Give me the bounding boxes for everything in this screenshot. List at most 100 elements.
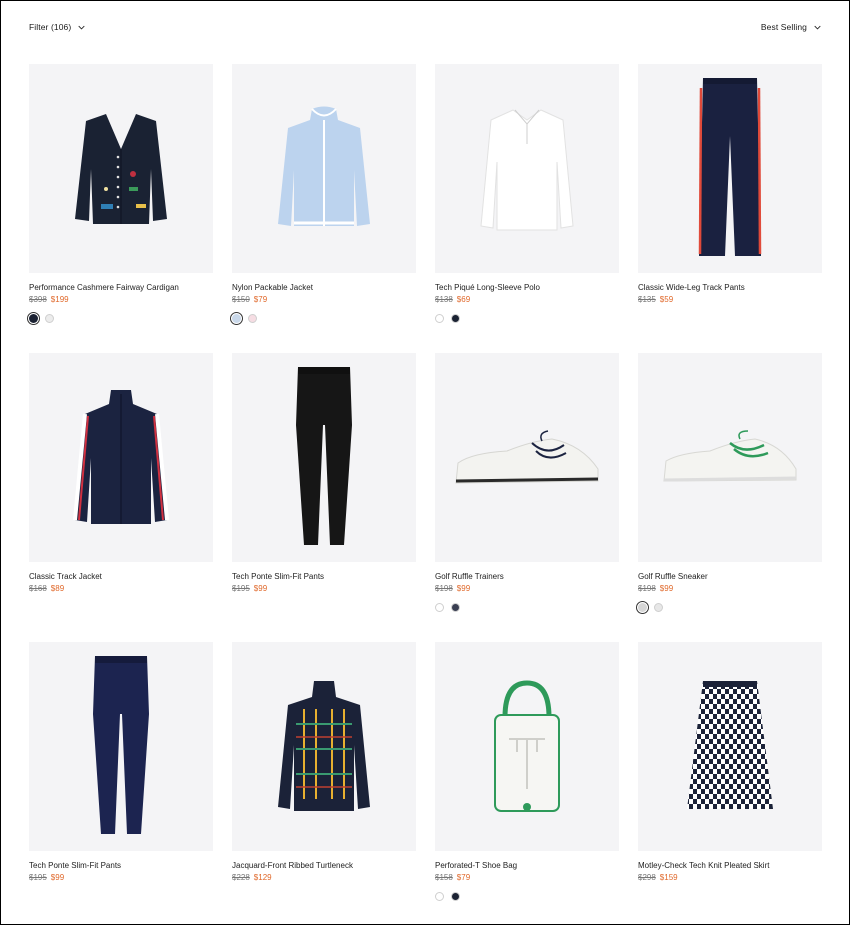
color-swatch[interactable] — [435, 892, 444, 901]
leggings-icon — [93, 656, 149, 834]
sneaker-icon — [663, 430, 797, 482]
product-name[interactable]: Golf Ruffle Sneaker — [638, 572, 822, 582]
product-image[interactable] — [435, 353, 619, 562]
sale-price: $99 — [253, 584, 268, 593]
sale-price: $79 — [253, 295, 268, 304]
sort-button[interactable]: Best Selling — [761, 22, 821, 32]
product-name[interactable]: Golf Ruffle Trainers — [435, 572, 619, 582]
product-prices: $195 $99 — [232, 584, 416, 594]
sort-label: Best Selling — [760, 22, 807, 32]
trainer-icon — [455, 429, 599, 484]
original-price: $298 — [638, 873, 656, 882]
sale-price: $129 — [253, 873, 272, 882]
product-prices: $168 $89 — [29, 584, 213, 594]
product-image[interactable] — [638, 64, 822, 273]
product-card[interactable]: Tech Ponte Slim-Fit Pants $195 $99 — [29, 642, 213, 913]
original-price: $198 — [638, 584, 656, 593]
product-card[interactable]: Nylon Packable Jacket $150 $79 — [230, 64, 416, 335]
product-image[interactable] — [232, 642, 416, 851]
product-prices: $158 $79 — [435, 873, 619, 883]
product-grid: Performance Cashmere Fairway Cardigan $39… — [27, 64, 822, 913]
product-image[interactable] — [29, 64, 213, 273]
color-swatches — [435, 603, 619, 612]
original-price: $138 — [435, 295, 453, 304]
sale-price: $159 — [659, 873, 678, 882]
original-price: $398 — [29, 295, 47, 304]
product-card[interactable]: Classic Track Jacket $168 $89 — [29, 353, 213, 624]
original-price: $195 — [29, 873, 47, 882]
product-prices: $228 $129 — [232, 873, 416, 883]
product-image[interactable] — [232, 64, 416, 273]
product-card[interactable]: Classic Wide-Leg Track Pants $135 $59 — [638, 64, 822, 335]
product-prices: $195 $99 — [29, 873, 213, 883]
sale-price: $99 — [659, 584, 674, 593]
product-prices: $398 $199 — [29, 295, 213, 305]
track-pants-icon — [698, 78, 762, 256]
product-image[interactable] — [638, 353, 822, 562]
product-prices: $138 $69 — [435, 295, 619, 305]
product-card[interactable]: Tech Piqué Long-Sleeve Polo $138 $69 — [435, 64, 619, 335]
chevron-down-icon — [78, 25, 85, 30]
color-swatch[interactable] — [451, 892, 460, 901]
polo-icon — [480, 108, 574, 230]
skirt-icon — [687, 681, 773, 809]
original-price: $195 — [232, 584, 250, 593]
color-swatch[interactable] — [636, 601, 649, 614]
track-jacket-icon — [73, 389, 169, 524]
color-swatches — [435, 892, 619, 901]
product-image[interactable] — [29, 353, 213, 562]
product-name[interactable]: Classic Wide-Leg Track Pants — [638, 283, 822, 293]
color-swatch[interactable] — [248, 314, 257, 323]
original-price: $168 — [29, 584, 47, 593]
product-image[interactable] — [232, 353, 416, 562]
product-image[interactable] — [638, 642, 822, 851]
color-swatch[interactable] — [27, 312, 40, 325]
product-prices: $150 $79 — [232, 295, 416, 305]
sale-price: $99 — [456, 584, 471, 593]
product-name[interactable]: Jacquard-Front Ribbed Turtleneck — [232, 861, 416, 871]
original-price: $228 — [232, 873, 250, 882]
product-image[interactable] — [29, 642, 213, 851]
color-swatch[interactable] — [451, 314, 460, 323]
product-card[interactable]: Performance Cashmere Fairway Cardigan $39… — [27, 64, 213, 335]
color-swatch[interactable] — [230, 312, 243, 325]
color-swatch[interactable] — [654, 603, 663, 612]
original-price: $135 — [638, 295, 656, 304]
product-name[interactable]: Perforated-T Shoe Bag — [435, 861, 619, 871]
filter-button[interactable]: Filter (106) — [29, 22, 85, 32]
sale-price: $199 — [50, 295, 69, 304]
toolbar: Filter (106) Best Selling — [29, 22, 821, 36]
product-card[interactable]: Golf Ruffle Trainers $198 $99 — [435, 353, 619, 624]
sale-price: $79 — [456, 873, 471, 882]
product-card[interactable]: Jacquard-Front Ribbed Turtleneck $228 $129 — [232, 642, 416, 913]
color-swatch[interactable] — [451, 603, 460, 612]
product-name[interactable]: Nylon Packable Jacket — [232, 283, 416, 293]
product-name[interactable]: Performance Cashmere Fairway Cardigan — [29, 283, 213, 293]
color-swatches — [27, 312, 213, 325]
product-name[interactable]: Motley-Check Tech Knit Pleated Skirt — [638, 861, 822, 871]
sale-price: $89 — [50, 584, 65, 593]
color-swatch[interactable] — [45, 314, 54, 323]
product-prices: $135 $59 — [638, 295, 822, 305]
sale-price: $59 — [659, 295, 674, 304]
product-card[interactable]: Perforated-T Shoe Bag $158 $79 — [435, 642, 619, 913]
product-card[interactable]: Golf Ruffle Sneaker $198 $99 — [636, 353, 822, 624]
color-swatches — [636, 601, 822, 614]
product-prices: $198 $99 — [638, 584, 822, 594]
product-name[interactable]: Tech Ponte Slim-Fit Pants — [29, 861, 213, 871]
sale-price: $69 — [456, 295, 471, 304]
color-swatch[interactable] — [435, 314, 444, 323]
product-card[interactable]: Motley-Check Tech Knit Pleated Skirt $298… — [638, 642, 822, 913]
product-name[interactable]: Classic Track Jacket — [29, 572, 213, 582]
color-swatch[interactable] — [435, 603, 444, 612]
product-image[interactable] — [435, 642, 619, 851]
original-price: $158 — [435, 873, 453, 882]
product-name[interactable]: Tech Piqué Long-Sleeve Polo — [435, 283, 619, 293]
filter-label: Filter (106) — [29, 22, 72, 32]
product-card[interactable]: Tech Ponte Slim-Fit Pants $195 $99 — [232, 353, 416, 624]
color-swatches — [230, 312, 416, 325]
original-price: $198 — [435, 584, 453, 593]
product-name[interactable]: Tech Ponte Slim-Fit Pants — [232, 572, 416, 582]
product-image[interactable] — [435, 64, 619, 273]
product-prices: $198 $99 — [435, 584, 619, 594]
